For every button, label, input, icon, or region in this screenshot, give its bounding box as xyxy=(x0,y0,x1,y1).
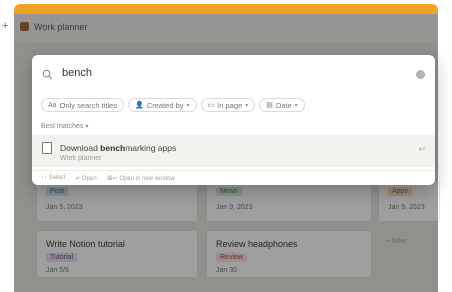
search-icon xyxy=(42,69,53,80)
search-filters: Aa Only search titles 👤 Created by ▾ ▭ I… xyxy=(41,98,305,112)
footer-hint-open: ↵ Open xyxy=(75,175,97,182)
result-subtitle: Work planner xyxy=(60,155,102,162)
modal-footer: ↑↓ Select ↵ Open ⌘↵ Open in new window xyxy=(32,170,435,185)
filter-date[interactable]: ▤ Date ▾ xyxy=(259,98,305,112)
page-icon xyxy=(42,142,52,154)
clear-search-icon[interactable] xyxy=(416,70,425,79)
search-modal: Aa Only search titles 👤 Created by ▾ ▭ I… xyxy=(32,55,435,185)
search-result-item[interactable]: Download benchmarking apps Work planner … xyxy=(32,135,435,167)
filter-search-titles[interactable]: Aa Only search titles xyxy=(41,98,125,112)
filter-created-by[interactable]: 👤 Created by ▾ xyxy=(128,98,197,112)
footer-hint-select: ↑↓ Select xyxy=(41,175,66,181)
filter-label: In page xyxy=(217,100,243,110)
results-section-label[interactable]: Best matches ▾ xyxy=(41,123,88,130)
add-icon[interactable]: + xyxy=(2,20,8,32)
chevron-down-icon: ▾ xyxy=(294,102,298,109)
calendar-icon: ▤ xyxy=(266,102,273,109)
filter-label: Only search titles xyxy=(59,100,118,110)
enter-icon: ↵ xyxy=(418,144,426,154)
filter-in-page[interactable]: ▭ In page ▾ xyxy=(200,98,256,112)
chevron-down-icon: ▾ xyxy=(186,102,190,109)
top-accent-bar xyxy=(14,4,438,14)
result-title: Download benchmarking apps xyxy=(60,143,177,153)
text-icon: Aa xyxy=(48,101,57,109)
chevron-down-icon: ▾ xyxy=(245,102,249,109)
person-icon: 👤 xyxy=(135,102,144,109)
filter-label: Date xyxy=(275,100,292,110)
page-icon: ▭ xyxy=(207,102,215,109)
footer-hint-new-window: ⌘↵ Open in new window xyxy=(106,175,175,182)
search-row xyxy=(42,67,425,85)
search-input[interactable] xyxy=(62,67,362,79)
filter-label: Created by xyxy=(146,100,184,110)
